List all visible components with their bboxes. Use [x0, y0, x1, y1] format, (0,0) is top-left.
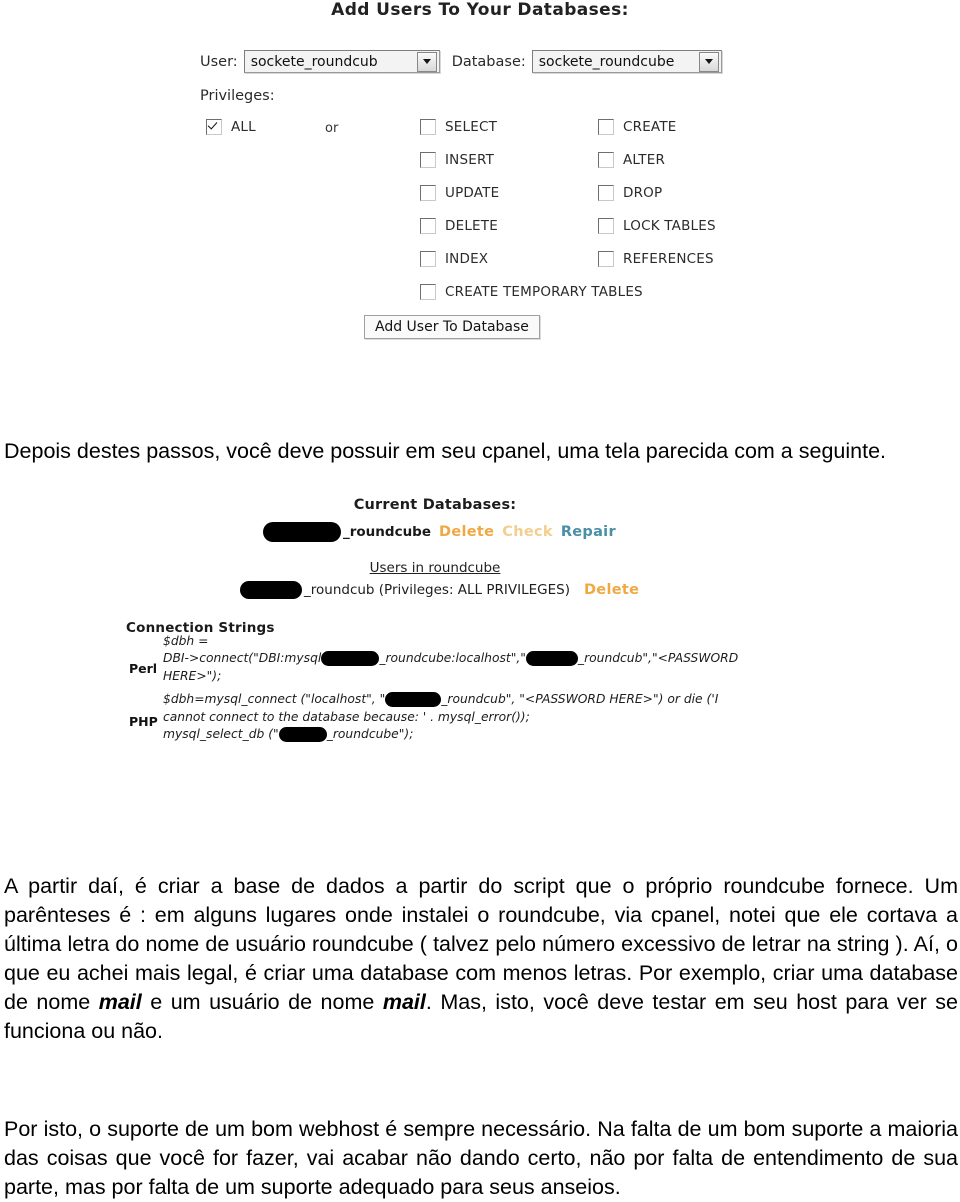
privilege-label: INSERT: [445, 152, 495, 168]
or-separator-label: or: [325, 121, 339, 136]
privilege-label: ALTER: [623, 152, 666, 168]
perl-code-segment: _roundcub","<PASSWORD: [577, 651, 739, 665]
privilege-label: DELETE: [445, 218, 498, 234]
screenshot-current-databases: Current Databases: _roundcube Delete Che…: [0, 490, 960, 770]
checkbox-icon[interactable]: [420, 251, 436, 267]
redaction-bar: [385, 692, 442, 707]
user-label: User:: [200, 53, 238, 70]
checkbox-icon[interactable]: [420, 119, 436, 135]
privilege-checkbox-alter[interactable]: ALTER: [598, 152, 665, 168]
privilege-checkbox-delete[interactable]: DELETE: [420, 218, 498, 234]
privilege-checkbox-all[interactable]: ALL: [206, 119, 256, 135]
redaction-bar: [240, 581, 302, 599]
checkbox-icon[interactable]: [420, 218, 436, 234]
php-code-line-2: cannot connect to the database because: …: [163, 710, 530, 724]
chevron-down-icon[interactable]: [698, 51, 719, 72]
privilege-label: DROP: [623, 185, 663, 201]
database-name: _roundcube: [343, 524, 432, 540]
privilege-label: LOCK TABLES: [623, 218, 716, 234]
screenshot-add-users-to-databases: Add Users To Your Databases: User: socke…: [0, 0, 960, 352]
php-code-segment: _roundcub", "<PASSWORD HERE>") or die ('…: [441, 692, 719, 706]
delete-database-link[interactable]: Delete: [439, 524, 494, 540]
repair-database-link[interactable]: Repair: [561, 524, 616, 540]
database-label: Database:: [451, 53, 526, 70]
paragraph-middle: A partir daí, é criar a base de dados a …: [4, 872, 958, 1046]
privilege-checkbox-references[interactable]: REFERENCES: [598, 251, 714, 267]
paragraph-middle-emphasis: mail: [98, 989, 142, 1014]
checkbox-icon[interactable]: [598, 119, 614, 135]
checkbox-icon[interactable]: [598, 185, 614, 201]
privilege-label: UPDATE: [445, 185, 500, 201]
check-database-link[interactable]: Check: [502, 524, 553, 540]
privilege-label: CREATE TEMPORARY TABLES: [445, 284, 643, 300]
privilege-label: CREATE: [623, 119, 677, 135]
database-row: _roundcube Delete Check Repair: [263, 522, 616, 542]
perl-label: Perl: [129, 661, 158, 676]
checkbox-icon[interactable]: [598, 152, 614, 168]
privilege-checkbox-lock-tables[interactable]: LOCK TABLES: [598, 218, 716, 234]
redaction-bar: [525, 651, 578, 666]
php-code-segment: _roundcube");: [326, 727, 414, 741]
perl-code-line-3: HERE>");: [163, 669, 222, 683]
privilege-checkbox-drop[interactable]: DROP: [598, 185, 662, 201]
privilege-checkbox-create[interactable]: CREATE: [598, 119, 677, 135]
paragraph-middle-emphasis: mail: [382, 989, 426, 1014]
database-select-value: sockete_roundcube: [538, 53, 675, 70]
privilege-checkbox-insert[interactable]: INSERT: [420, 152, 494, 168]
redaction-bar: [263, 522, 341, 542]
checkbox-checked-icon[interactable]: [206, 119, 222, 135]
paragraph-middle-segment: e um usuário de nome: [141, 989, 383, 1014]
add-users-title: Add Users To Your Databases:: [331, 0, 629, 20]
privilege-label: SELECT: [445, 119, 498, 135]
privilege-label: REFERENCES: [623, 251, 714, 267]
checkbox-icon[interactable]: [598, 251, 614, 267]
privilege-label: ALL: [231, 119, 256, 135]
php-code-line-3: mysql_select_db (" _roundcube");: [163, 726, 413, 742]
redaction-bar: [321, 651, 380, 666]
delete-user-link[interactable]: Delete: [584, 582, 639, 598]
perl-code-segment: _roundcube:localhost",": [379, 651, 526, 665]
current-databases-title: Current Databases:: [353, 497, 517, 513]
user-select[interactable]: sockete_roundcub: [243, 50, 440, 73]
php-label: PHP: [129, 714, 158, 729]
user-select-value: sockete_roundcub: [250, 53, 378, 70]
php-code-segment: $dbh=mysql_connect ("localhost", ": [163, 692, 386, 706]
perl-code-line-1: $dbh =: [163, 634, 209, 648]
paragraph-intro: Depois destes passos, você deve possuir …: [4, 438, 886, 463]
database-select[interactable]: sockete_roundcube: [531, 50, 722, 73]
user-database-selectors: User: sockete_roundcub Database: sockete…: [200, 50, 722, 73]
privileges-label: Privileges:: [200, 88, 275, 104]
chevron-down-icon[interactable]: [416, 51, 437, 72]
perl-code-line-2: DBI->connect("DBI:mysql _roundcube:localh…: [163, 650, 738, 666]
php-code-segment: mysql_select_db (": [163, 727, 279, 741]
privilege-checkbox-create-temporary-tables[interactable]: CREATE TEMPORARY TABLES: [420, 284, 643, 300]
checkbox-icon[interactable]: [420, 284, 436, 300]
privilege-checkbox-select[interactable]: SELECT: [420, 119, 497, 135]
perl-code-segment: DBI->connect("DBI:mysql: [163, 651, 322, 665]
privilege-checkbox-update[interactable]: UPDATE: [420, 185, 499, 201]
privilege-checkbox-index[interactable]: INDEX: [420, 251, 488, 267]
php-code-line-1: $dbh=mysql_connect ("localhost", " _round…: [163, 691, 718, 707]
paragraph-end: Por isto, o suporte de um bom webhost é …: [4, 1116, 958, 1199]
database-user-privileges-text: _roundcub (Privileges: ALL PRIVILEGES): [304, 582, 570, 598]
checkbox-icon[interactable]: [420, 152, 436, 168]
users-in-roundcube-header: Users in roundcube: [369, 560, 501, 576]
database-user-row: _roundcub (Privileges: ALL PRIVILEGES) D…: [240, 581, 639, 599]
add-user-to-database-button[interactable]: Add User To Database: [364, 315, 540, 339]
checkbox-icon[interactable]: [420, 185, 436, 201]
redaction-bar: [278, 727, 327, 742]
checkbox-icon[interactable]: [598, 218, 614, 234]
privilege-label: INDEX: [445, 251, 489, 267]
